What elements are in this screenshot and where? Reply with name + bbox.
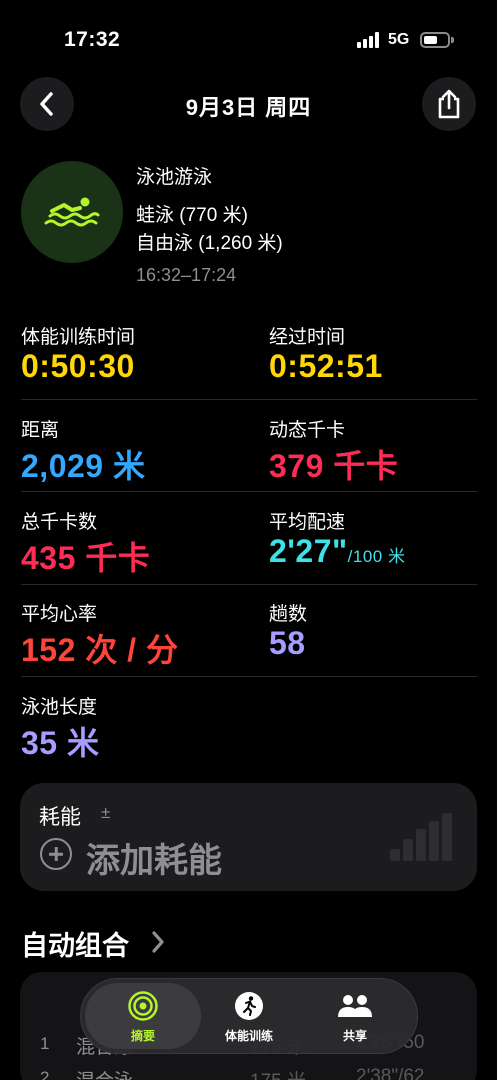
metric-value-avg-pace: 2'27"/100 米 [269,533,405,570]
tab-label: 体能训练 [224,1029,273,1043]
tab-bar: 摘要 体能训练 共享 [80,978,418,1054]
metric-label-active-kcal: 动态千卡 [269,420,346,441]
share-icon [438,89,460,119]
cellular-signal-icon [357,32,379,48]
metric-value-avg-heart-rate: 152 次 / 分 [21,632,179,668]
status-time: 17:32 [64,28,121,51]
metric-label-avg-pace: 平均配速 [269,512,346,533]
pace-value: 2'27" [269,533,348,569]
swimming-icon [21,161,123,263]
auto-combined-title[interactable]: 自动组合 [21,924,129,963]
metric-label-avg-heart-rate: 平均心率 [21,604,98,625]
tab-summary[interactable]: 摘要 [88,979,198,1053]
tab-label: 共享 [342,1029,367,1043]
swimmer-figure [44,197,100,227]
metric-value-workout-time: 0:50:30 [21,348,135,384]
list-item-pace: 2'38"/62 [356,1066,425,1080]
plus-minus-icon: ± [101,803,111,822]
list-item-distance: 175 米 [250,1066,306,1080]
tab-sharing[interactable]: 共享 [300,979,410,1053]
effort-title: 耗能 [39,806,81,829]
add-circle-icon[interactable] [40,838,72,870]
add-effort-button[interactable]: 添加耗能 [86,833,222,882]
metric-value-elapsed-time: 0:52:51 [269,348,383,384]
workout-name: 泳池游泳 [136,167,213,188]
activity-rings-icon [128,991,158,1021]
share-button[interactable] [422,77,476,131]
list-item-index: 2 [40,1068,50,1080]
metric-value-pool-length: 35 米 [21,725,100,761]
battery-icon [420,32,450,48]
effort-card[interactable]: 耗能 ± 添加耗能 [20,783,477,891]
pace-unit: /100 米 [347,547,406,566]
chevron-right-icon[interactable] [150,930,166,954]
stroke-breaststroke: 蛙泳 (770 米) [136,205,248,226]
divider [21,584,477,585]
metric-label-workout-time: 体能训练时间 [21,327,136,348]
metric-label-total-kcal: 总千卡数 [21,512,98,533]
running-figure-icon [235,992,263,1020]
metric-label-pool-length: 泳池长度 [21,697,98,718]
network-type: 5G [388,31,410,48]
divider [21,491,477,492]
stroke-freestyle: 自由泳 (1,260 米) [136,233,283,254]
battery-tip [451,37,454,43]
workout-summary-screen: 17:32 5G 9月3日 周四 泳池游泳 蛙泳 (770 米) 自由泳 (1,… [0,0,497,1080]
metric-label-elapsed-time: 经过时间 [269,327,346,348]
workout-time-range: 16:32–17:24 [136,265,237,285]
tab-label: 摘要 [130,1029,155,1043]
people-icon [338,995,372,1017]
metric-label-distance: 距离 [21,420,60,441]
list-item-index: 1 [40,1034,50,1053]
list-item-name: 混合泳 [76,1066,133,1080]
effort-bars-icon [390,813,452,861]
tab-workouts[interactable]: 体能训练 [194,979,304,1053]
metric-label-laps: 趟数 [269,604,308,625]
metric-value-total-kcal: 435 千卡 [21,540,151,576]
metric-value-active-kcal: 379 千卡 [269,448,399,484]
metric-value-distance: 2,029 米 [21,448,146,484]
status-bar: 17:32 5G [0,0,497,80]
divider [21,676,477,677]
metric-value-laps: 58 [269,625,306,661]
divider [21,399,477,400]
